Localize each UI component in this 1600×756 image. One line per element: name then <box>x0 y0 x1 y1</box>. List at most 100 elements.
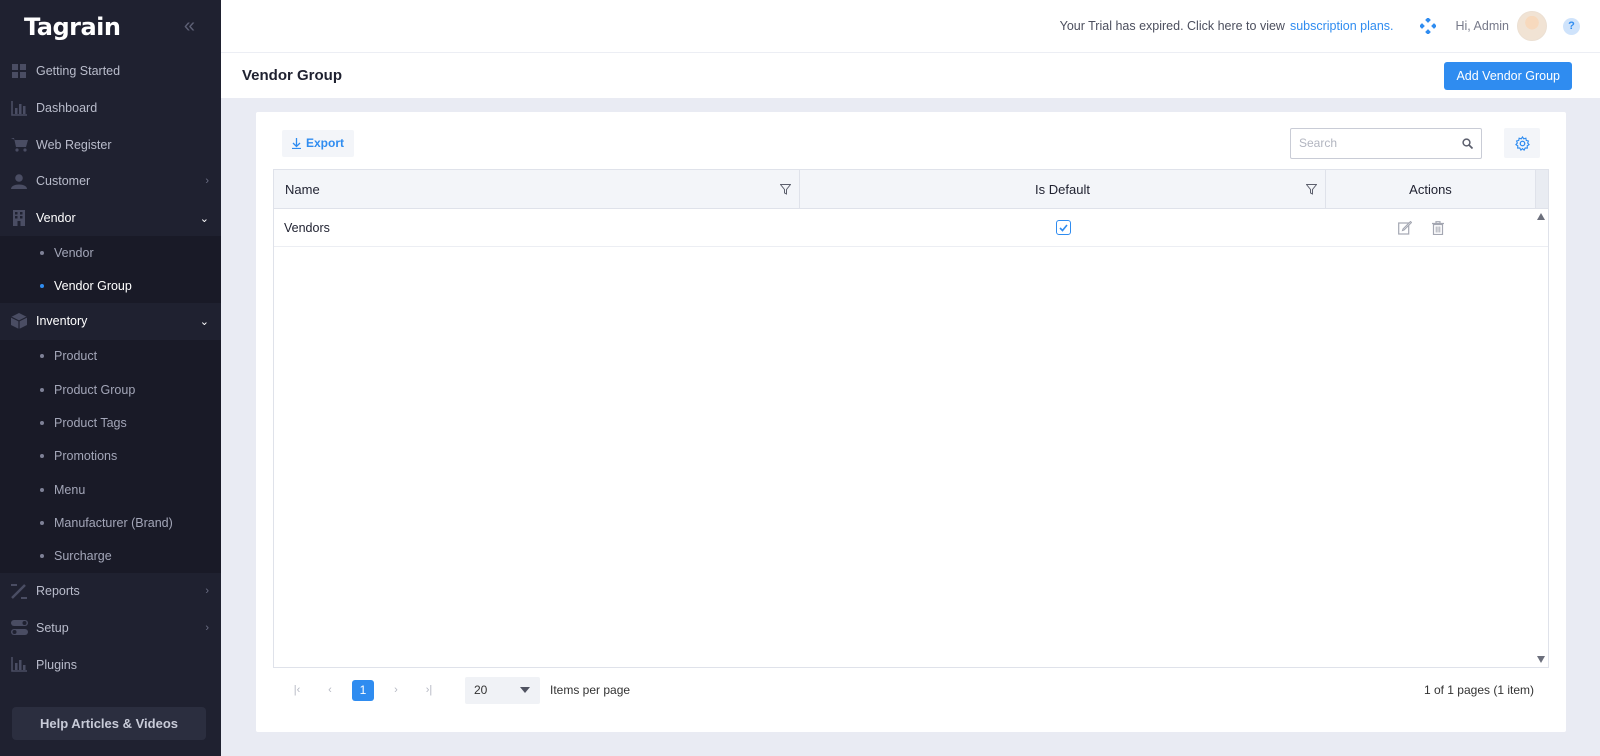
user-greeting: Hi, Admin <box>1455 19 1510 33</box>
subnav-item-label: Product Group <box>54 382 136 397</box>
last-page-icon[interactable]: ›| <box>418 679 440 701</box>
page-header: Vendor Group Add Vendor Group <box>221 53 1600 98</box>
table-row[interactable]: Vendors <box>274 209 1548 247</box>
sidebar-item-label: Dashboard <box>36 101 98 116</box>
items-per-page-label: Items per page <box>550 683 631 697</box>
sidebar-nav-3: Reports › Setup › Plugins <box>0 573 221 683</box>
filter-icon[interactable] <box>1305 183 1318 198</box>
subnav-item-vendor-group[interactable]: Vendor Group <box>0 270 221 303</box>
bullet-dot <box>40 454 44 459</box>
grid-header: Name Is Default Actions <box>274 170 1548 209</box>
bullet-dot <box>40 251 44 256</box>
chevron-right-icon: › <box>205 621 209 634</box>
edit-icon[interactable] <box>1398 220 1412 235</box>
caret-down-icon <box>520 687 530 693</box>
subnav-item-label: Vendor <box>54 246 94 261</box>
sidebar-item-vendor[interactable]: Vendor ⌄ <box>0 200 221 237</box>
grid-icon <box>10 63 28 79</box>
sidebar-item-dashboard[interactable]: Dashboard <box>0 90 221 127</box>
apps-diamond-icon[interactable] <box>1418 17 1437 35</box>
help-question-icon[interactable]: ? <box>1563 17 1580 35</box>
subnav-item-label: Product Tags <box>54 415 127 430</box>
filter-icon[interactable] <box>779 183 792 198</box>
scroll-down-arrow-icon[interactable] <box>1537 656 1545 663</box>
sidebar-item-web-register[interactable]: Web Register <box>0 126 221 163</box>
sidebar: Tagrain « Getting Started Dashboard Web … <box>0 0 221 756</box>
pager: |‹ ‹ 1 › ›| 20 Items per page 1 of 1 pag… <box>286 676 1534 704</box>
subnav-item-label: Manufacturer (Brand) <box>54 515 173 530</box>
pencil-ruler-icon <box>10 583 28 599</box>
first-page-icon[interactable]: |‹ <box>286 679 308 701</box>
subnav-item-label: Surcharge <box>54 549 112 564</box>
bullet-dot <box>40 554 44 559</box>
search-box <box>1290 127 1482 159</box>
vendor-group-card: Export Name <box>256 112 1566 732</box>
cell-name: Vendors <box>284 220 330 235</box>
bar-chart-icon <box>10 657 28 673</box>
sidebar-item-label: Reports <box>36 584 80 599</box>
previous-page-icon[interactable]: ‹ <box>319 679 341 701</box>
sidebar-item-label: Plugins <box>36 657 77 672</box>
chevron-down-icon: ⌄ <box>199 315 209 328</box>
bullet-dot <box>40 387 44 392</box>
sidebar-item-getting-started[interactable]: Getting Started <box>0 53 221 90</box>
bullet-dot <box>40 520 44 525</box>
subnav-item-promotions[interactable]: Promotions <box>0 440 221 473</box>
column-header-label: Name <box>285 181 320 197</box>
subnav-item-label: Promotions <box>54 449 118 464</box>
search-icon[interactable] <box>1462 137 1473 149</box>
help-articles-button[interactable]: Help Articles & Videos <box>12 707 206 740</box>
sidebar-item-label: Web Register <box>36 137 112 152</box>
header-scroll-spacer <box>1536 170 1548 208</box>
export-button[interactable]: Export <box>282 129 355 157</box>
sidebar-item-setup[interactable]: Setup › <box>0 609 221 646</box>
logo-row: Tagrain « <box>0 0 221 53</box>
box-icon <box>10 313 28 330</box>
subnav-item-product-group[interactable]: Product Group <box>0 373 221 406</box>
vendor-group-grid: Name Is Default Actions Vendors <box>273 169 1549 668</box>
grid-scrollbar[interactable] <box>1535 209 1548 667</box>
cart-icon <box>10 137 28 153</box>
page-number-button[interactable]: 1 <box>352 679 374 701</box>
app-logo-text: Tagrain <box>24 12 121 41</box>
trash-icon[interactable] <box>1432 220 1444 235</box>
subnav-item-product-tags[interactable]: Product Tags <box>0 406 221 439</box>
column-header-actions: Actions <box>1326 170 1536 208</box>
page-title: Vendor Group <box>242 67 343 84</box>
scroll-up-arrow-icon[interactable] <box>1537 213 1545 220</box>
grid-settings-button[interactable] <box>1504 128 1540 158</box>
sidebar-item-label: Vendor <box>36 211 76 226</box>
sidebar-item-label: Setup <box>36 620 69 635</box>
column-header-label: Actions <box>1409 181 1452 197</box>
bullet-dot <box>40 420 44 425</box>
help-articles-label: Help Articles & Videos <box>40 716 178 731</box>
chevron-right-icon: › <box>205 175 209 188</box>
search-input[interactable] <box>1299 136 1462 150</box>
subscription-plans-link[interactable]: subscription plans. <box>1290 19 1394 33</box>
is-default-checkbox[interactable] <box>1055 220 1071 235</box>
page-size-select[interactable]: 20 <box>465 676 540 704</box>
column-header-is-default[interactable]: Is Default <box>800 170 1326 208</box>
bullet-dot <box>40 284 44 289</box>
column-header-name[interactable]: Name <box>274 170 800 208</box>
collapse-sidebar-icon[interactable]: « <box>184 15 195 38</box>
sidebar-nav: Getting Started Dashboard Web Register C… <box>0 53 221 236</box>
bar-chart-icon <box>10 100 28 116</box>
sidebar-item-customer[interactable]: Customer › <box>0 163 221 200</box>
avatar[interactable] <box>1517 11 1547 41</box>
add-vendor-group-button[interactable]: Add Vendor Group <box>1444 61 1572 90</box>
subnav-item-surcharge[interactable]: Surcharge <box>0 540 221 573</box>
sidebar-item-inventory[interactable]: Inventory ⌄ <box>0 303 221 340</box>
next-page-icon[interactable]: › <box>385 679 407 701</box>
subnav-item-product[interactable]: Product <box>0 340 221 373</box>
sidebar-item-reports[interactable]: Reports › <box>0 573 221 610</box>
subnav-item-manufacturer[interactable]: Manufacturer (Brand) <box>0 506 221 539</box>
sidebar-item-plugins[interactable]: Plugins <box>0 646 221 683</box>
subnav-item-label: Vendor Group <box>54 279 132 294</box>
app-logo[interactable]: Tagrain <box>24 13 121 41</box>
inventory-subnav: Product Product Group Product Tags Promo… <box>0 339 221 573</box>
chevron-down-icon: ⌄ <box>199 212 209 225</box>
chevron-right-icon: › <box>205 585 209 598</box>
subnav-item-vendor[interactable]: Vendor <box>0 236 221 269</box>
subnav-item-menu[interactable]: Menu <box>0 473 221 506</box>
